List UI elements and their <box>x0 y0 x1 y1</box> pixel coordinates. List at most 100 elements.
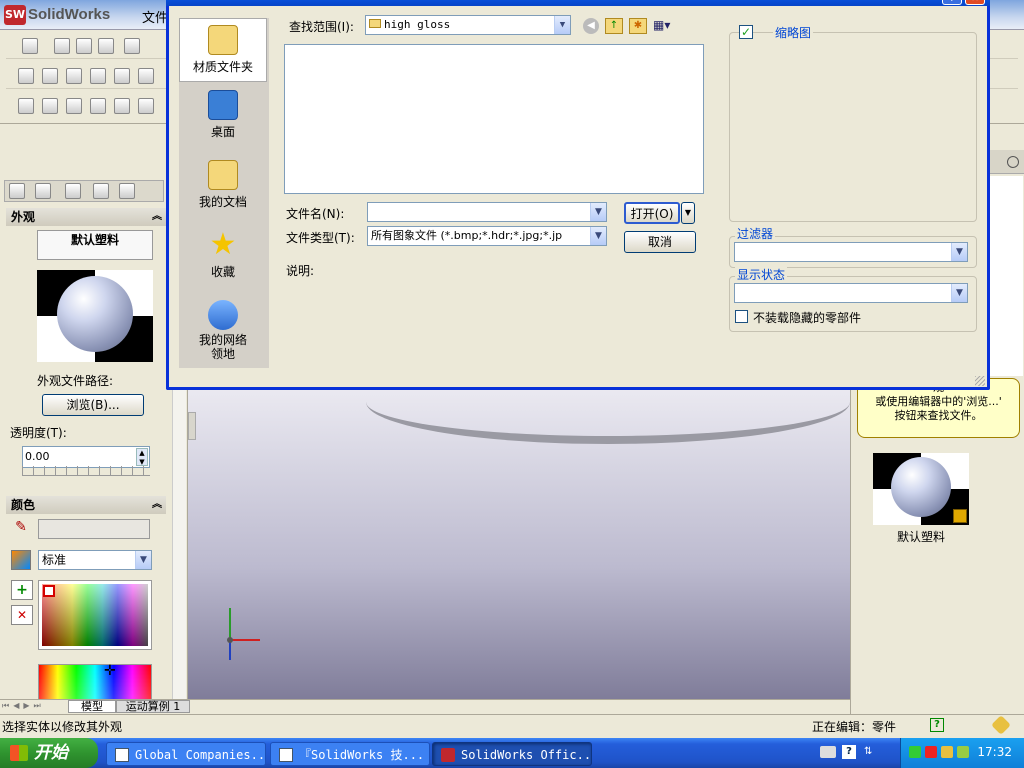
right-material-thumbnail[interactable] <box>873 453 969 525</box>
help-icon[interactable]: ? <box>842 745 856 759</box>
view-back-icon[interactable] <box>42 68 58 84</box>
view-menu-icon[interactable]: ▦▾ <box>653 18 677 34</box>
open-button[interactable]: 打开(O) <box>624 202 680 224</box>
sweep-icon[interactable] <box>66 98 82 114</box>
back-icon[interactable]: ◀ <box>583 18 599 34</box>
view-front-icon[interactable] <box>18 68 34 84</box>
keyboard-icon[interactable] <box>820 746 836 758</box>
place-desktop[interactable]: 桌面 <box>179 88 267 154</box>
pin-icon[interactable] <box>1007 156 1019 168</box>
view-left-icon[interactable] <box>66 68 82 84</box>
place-network[interactable]: 我的网络 领地 <box>179 298 267 368</box>
thumbnail-checkbox[interactable]: ✓ <box>739 25 753 39</box>
select-arrow-icon[interactable] <box>22 38 38 54</box>
filetype-select[interactable]: 所有图象文件 (*.bmp;*.hdr;*.jpg;*.jp ▼ <box>367 226 607 246</box>
eyedropper-icon[interactable]: ✎ <box>11 519 31 539</box>
up-folder-icon[interactable]: ↑ <box>605 18 623 34</box>
display-state-select[interactable]: ▼ <box>734 283 968 303</box>
taskbar-item-global-companies[interactable]: Global Companies... <box>106 742 266 766</box>
feature-manager-tab-icon[interactable] <box>9 183 25 199</box>
cancel-button[interactable]: 取消 <box>624 231 696 253</box>
tab-model[interactable]: 模型 <box>68 700 116 713</box>
language-icon[interactable]: ⇅ <box>864 746 878 758</box>
tag-icon[interactable] <box>991 715 1011 735</box>
shell-icon[interactable] <box>138 98 154 114</box>
open-options-button[interactable]: ▼ <box>681 202 695 224</box>
chevron-down-icon: ▼ <box>951 284 967 302</box>
chevron-down-icon: ▼ <box>554 16 570 34</box>
spectrum-cursor-icon: ✛ <box>104 663 116 679</box>
color-section-header[interactable]: 颜色 ︽ <box>6 496 166 514</box>
browse-button[interactable]: 浏览(B)... <box>42 394 144 416</box>
help-button[interactable]: ? <box>942 0 962 5</box>
tab-nav-arrows[interactable]: ⏮◀▶⏭ <box>2 701 68 713</box>
close-button[interactable]: ✕ <box>965 0 985 5</box>
place-label: 我的网络 领地 <box>198 333 247 361</box>
view-right-icon[interactable] <box>90 68 106 84</box>
file-list[interactable] <box>284 44 704 194</box>
color-palette-icon[interactable] <box>11 550 31 570</box>
filename-label: 文件名(N): <box>286 207 345 221</box>
place-my-documents[interactable]: 我的文档 <box>179 158 267 224</box>
filename-input[interactable]: ▼ <box>367 202 607 222</box>
clock: 17:32 <box>977 745 1012 759</box>
chevron-down-icon: ▼ <box>590 227 606 245</box>
display-state-label: 显示状态 <box>735 266 788 283</box>
tray-icon[interactable] <box>941 746 953 758</box>
place-material-folder[interactable]: 材质文件夹 <box>179 18 267 82</box>
color-swatch-grid[interactable] <box>38 580 152 650</box>
dimxpert-tab-icon[interactable] <box>93 183 109 199</box>
display-manager-tab-icon[interactable] <box>119 183 135 199</box>
start-label: 开始 <box>34 743 68 762</box>
grid-icon[interactable] <box>54 38 70 54</box>
taskbar-item-solidworks-office[interactable]: SolidWorks Offic... <box>432 742 592 766</box>
smart-dimension-icon[interactable] <box>98 38 114 54</box>
bottom-tab-bar: ⏮◀▶⏭ 模型 运动算例 1 <box>0 699 850 713</box>
collapse-chevron-icon[interactable]: ︽ <box>152 496 162 514</box>
places-bar: 材质文件夹 桌面 我的文档 ★ 收藏 我的网络 领地 <box>179 18 269 368</box>
taskbar-item-solidworks-tech[interactable]: 『SolidWorks 技... <box>270 742 430 766</box>
tab-motion-study[interactable]: 运动算例 1 <box>116 700 190 713</box>
filetype-value: 所有图象文件 (*.bmp;*.hdr;*.jpg;*.jp <box>371 229 563 242</box>
remove-color-icon[interactable]: ✕ <box>11 605 33 625</box>
place-favorites[interactable]: ★ 收藏 <box>179 228 267 294</box>
star-icon: ★ <box>209 227 237 262</box>
relations-icon[interactable] <box>124 38 140 54</box>
transparency-value: 0.00 <box>25 450 50 463</box>
solidworks-logo-icon: SW <box>4 5 26 25</box>
tray-icon[interactable] <box>957 746 969 758</box>
tray-icon[interactable] <box>909 746 921 758</box>
resize-grip-icon[interactable] <box>975 376 985 386</box>
no-load-hidden-checkbox[interactable] <box>735 310 748 323</box>
start-button[interactable]: 开始 <box>0 738 98 768</box>
extrude-icon[interactable] <box>18 98 34 114</box>
no-load-hidden-label: 不装载隐藏的零部件 <box>753 311 862 325</box>
view-bottom-icon[interactable] <box>138 68 154 84</box>
property-manager-tab-icon[interactable] <box>35 183 51 199</box>
color-header-label: 颜色 <box>11 498 36 512</box>
appearance-section-header[interactable]: 外观 ︽ <box>6 208 166 226</box>
add-color-icon[interactable]: + <box>11 580 33 600</box>
fillet-icon[interactable] <box>114 98 130 114</box>
thumbnail-label: 缩略图 <box>773 24 814 41</box>
selected-swatch <box>43 585 55 597</box>
new-folder-icon[interactable]: ✱ <box>629 18 647 34</box>
sketch-icon[interactable] <box>76 38 92 54</box>
loft-icon[interactable] <box>90 98 106 114</box>
menu-file[interactable]: 文件 <box>142 7 168 26</box>
config-manager-tab-icon[interactable] <box>65 183 81 199</box>
spinner-icon[interactable]: ▲ ▼ <box>136 448 148 466</box>
tray-icon[interactable] <box>925 746 937 758</box>
color-spectrum[interactable] <box>38 664 152 700</box>
transparency-input[interactable]: 0.00 ▲ ▼ <box>22 446 150 468</box>
collapse-chevron-icon[interactable]: ︽ <box>152 208 162 226</box>
color-mode-select[interactable]: 标准 ▼ <box>38 550 152 570</box>
transparency-slider[interactable] <box>22 466 150 476</box>
panel-collapse-handle[interactable] <box>188 412 196 440</box>
view-top-icon[interactable] <box>114 68 130 84</box>
revolve-icon[interactable] <box>42 98 58 114</box>
filter-select[interactable]: ▼ <box>734 242 968 262</box>
lookin-select[interactable]: high gloss ▼ <box>365 15 571 35</box>
help-icon[interactable]: ? <box>930 718 944 732</box>
right-thumbnail-label: 默认塑料 <box>896 530 945 544</box>
